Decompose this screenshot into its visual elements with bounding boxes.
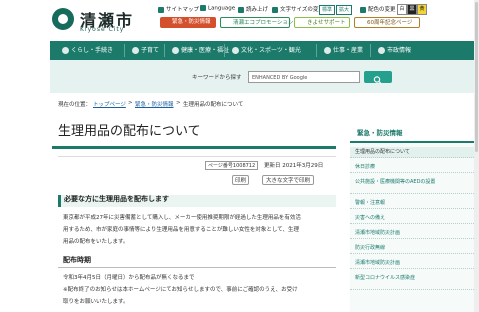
- nav-item-label: 市政情報: [387, 47, 412, 54]
- sidebar-item-covid[interactable]: 新型コロナウイルス感染症: [350, 273, 474, 290]
- period-line: 令和3年4月5日（月曜日）から配布品が無くなるまで: [63, 275, 195, 281]
- language-link[interactable]: Language: [200, 5, 235, 12]
- eco-banner[interactable]: 清瀬エコプロモーション: [220, 17, 293, 28]
- site-title-en: Kiyose City: [80, 26, 125, 33]
- divider: [58, 156, 336, 157]
- breadcrumb-emergency-link[interactable]: 緊急・防災情報: [135, 100, 174, 108]
- color-change-text: 配色の変更: [368, 7, 396, 13]
- breadcrumb-separator: >: [128, 100, 133, 106]
- sitemap-link[interactable]: サイトマップ: [158, 5, 199, 13]
- sitemap-icon: [158, 6, 164, 13]
- subheading-underline: [58, 267, 336, 268]
- search-input[interactable]: ENHANCED BY Google: [248, 71, 360, 83]
- breadcrumb-separator: >: [176, 100, 181, 106]
- title-underline: [52, 146, 336, 149]
- sidebar-item-bosai-plan-2[interactable]: 清瀬市地域防災計画: [350, 258, 474, 269]
- sidebar-item-keiho[interactable]: 警報・注意報: [350, 198, 474, 209]
- nav-divider: [224, 44, 225, 57]
- sidebar-item-bosai-plan[interactable]: 清瀬市地域防災計画: [350, 228, 474, 239]
- breadcrumb-home-link[interactable]: トップページ: [93, 100, 126, 108]
- period-line: 取りをお願いいたします。: [63, 299, 129, 305]
- color-black-button[interactable]: 黒: [407, 4, 417, 15]
- sidebar-item-seiri[interactable]: 生理用品の配布について: [350, 147, 474, 158]
- scrollbar-thumb[interactable]: [475, 2, 478, 152]
- body-paragraph-line: 用するため、市が家庭の事情等により生理用品を用意することが難しい女性を対象として…: [63, 227, 299, 233]
- nav-divider: [164, 44, 165, 57]
- font-size-label: 文字サイズの変更: [272, 5, 324, 13]
- font-size-text: 文字サイズの変更: [280, 7, 324, 13]
- emergency-banner[interactable]: 緊急・防災情報: [160, 17, 216, 28]
- search-label: キーワードから探す: [192, 75, 242, 81]
- yomiage-link[interactable]: 読み上げ: [238, 5, 268, 13]
- breadcrumb-prefix: 現在の位置：: [58, 102, 92, 108]
- body-paragraph-line: 東京都が平成27年に災害備蓄として購入し、メーカー使用推奨期限が経過した生理用品…: [63, 215, 301, 221]
- info-icon: [378, 47, 385, 54]
- section-heading: 必要な方に生理用品を配布します: [64, 195, 169, 203]
- city-logo-icon[interactable]: [52, 8, 74, 30]
- sidebar-item-musen[interactable]: 防災行政無線: [350, 243, 474, 254]
- nav-item-label: くらし・手続き: [71, 47, 114, 54]
- sidebar-item-sonae[interactable]: 災害への備え: [350, 213, 474, 224]
- period-line: ※配布終了のお知らせは本ホームページにてお知らせしますので、事前にご確認のうえ、…: [63, 287, 298, 293]
- sidebar-item-aed[interactable]: 公共施設・医療機関等のAEDの設置: [350, 177, 474, 194]
- search-button[interactable]: [364, 71, 392, 84]
- text-size-icon: [272, 6, 278, 13]
- sitemap-label: サイトマップ: [166, 7, 200, 13]
- page-title: 生理用品の配布について: [58, 124, 201, 139]
- nav-item-shisei[interactable]: 市政情報: [378, 44, 411, 57]
- child-icon: [132, 47, 139, 54]
- nav-divider: [124, 44, 125, 57]
- kiyose-support-banner[interactable]: きよせサポート: [294, 17, 350, 28]
- print-button[interactable]: 印刷: [232, 175, 250, 185]
- nav-item-kosodate[interactable]: 子育て: [132, 44, 159, 57]
- speaker-icon: [238, 6, 244, 13]
- search-icon: [373, 76, 382, 84]
- nav-item-shigoto[interactable]: 仕事・産業: [324, 44, 363, 57]
- distribution-period-heading: 配布時期: [63, 256, 91, 264]
- nav-item-label: 健康・医療・福祉: [181, 47, 230, 54]
- building-icon: [324, 47, 331, 54]
- anniversary-banner[interactable]: 60周年記念ページ: [354, 17, 420, 28]
- nav-item-label: 文化・スポーツ・観光: [241, 47, 301, 54]
- color-yellow-button[interactable]: 黄: [417, 4, 427, 15]
- house-icon: [62, 47, 69, 54]
- nav-divider: [370, 44, 371, 57]
- sidebar-item-kyujitsu[interactable]: 休日診療: [350, 162, 474, 173]
- color-white-button[interactable]: 白: [397, 4, 407, 15]
- color-change-label: 配色の変更: [360, 5, 396, 13]
- nav-item-label: 仕事・産業: [333, 47, 364, 54]
- font-size-large-button[interactable]: 拡大: [336, 5, 353, 15]
- print-large-button[interactable]: 大きな文字で印刷: [262, 175, 315, 185]
- runner-icon: [232, 47, 239, 54]
- yomiage-label: 読み上げ: [246, 7, 269, 13]
- nav-item-kurashi[interactable]: くらし・手続き: [62, 44, 113, 57]
- nav-divider: [316, 44, 317, 57]
- globe-icon: [200, 5, 206, 11]
- nav-item-bunka[interactable]: 文化・スポーツ・観光: [232, 44, 301, 57]
- font-size-standard-button[interactable]: 標準: [319, 5, 336, 15]
- palette-icon: [360, 6, 366, 13]
- body-paragraph-line: 用品の配布をいたします。: [63, 239, 129, 245]
- page-number: ページ番号1008712: [205, 161, 259, 170]
- updated-date: 更新日 2021年3月29日: [264, 163, 324, 169]
- sidebar-title[interactable]: 緊急・防災情報: [357, 127, 403, 137]
- language-label: Language: [208, 5, 236, 12]
- breadcrumb-current: 生理用品の配布について: [183, 102, 244, 108]
- nav-item-label: 子育て: [141, 47, 160, 54]
- heart-icon: [172, 47, 179, 54]
- nav-item-kenko[interactable]: 健康・医療・福祉: [172, 44, 229, 57]
